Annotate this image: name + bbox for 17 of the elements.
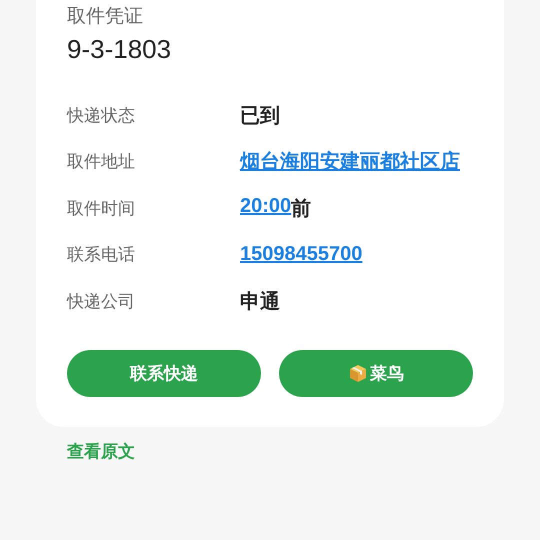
field-value: 前 [291,194,312,222]
view-original-link[interactable]: 查看原文 [67,442,135,462]
field-label: 快递公司 [67,290,136,313]
action-button[interactable]: 菜鸟 [279,350,473,396]
field-label: 取件地址 [67,151,136,174]
value-link[interactable]: 15098455700 [240,243,362,266]
field-label: 取件时间 [67,198,136,220]
action-button[interactable]: 联系快递 [67,350,261,396]
field-label: 联系电话 [67,244,136,266]
field-label: 快递状态 [67,104,136,127]
value-link[interactable]: 烟台海阳安建丽都社区店 [240,148,460,176]
code-label: 取件凭证 [67,4,143,28]
value-link[interactable]: 20:00 [240,194,292,222]
package-icon [348,363,368,383]
field-value: 申通 [240,288,280,315]
pickup-code: 9-3-1803 [67,33,172,65]
field-value: 已到 [240,102,280,129]
